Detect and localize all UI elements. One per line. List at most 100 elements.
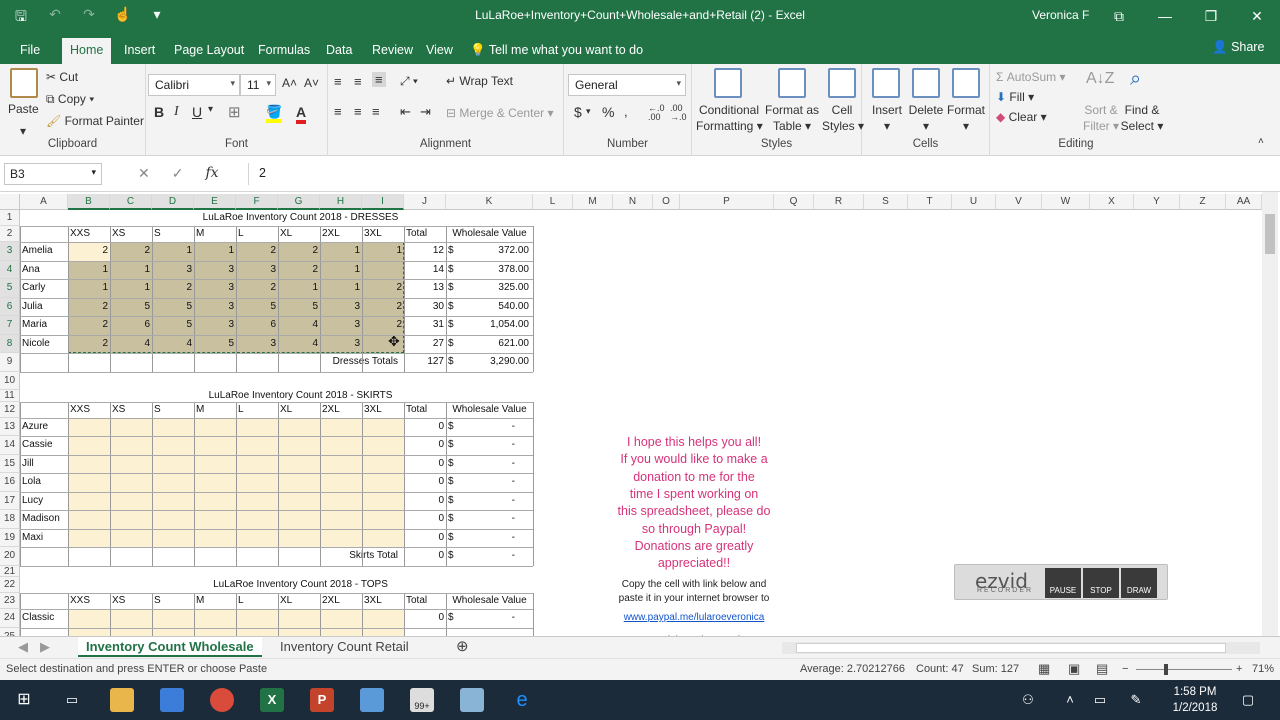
font-color-icon[interactable]: A xyxy=(296,104,307,124)
row-header-11[interactable]: 11 xyxy=(0,390,20,402)
row-header-20[interactable]: 20 xyxy=(0,547,20,566)
italic-button[interactable]: I xyxy=(174,104,179,120)
column-header-k[interactable]: K xyxy=(446,194,533,210)
decrease-indent-icon[interactable]: ⇤ xyxy=(400,104,411,120)
ezvid-pause-button[interactable]: PAUSE xyxy=(1045,568,1081,598)
bottom-align-icon[interactable]: ≡ xyxy=(372,72,386,87)
tab-formulas[interactable]: Formulas xyxy=(250,38,318,64)
row-header-25[interactable]: 25 xyxy=(0,627,20,636)
underline-dropdown-icon[interactable]: ▾ xyxy=(208,104,213,115)
cell-styles-icon[interactable] xyxy=(828,68,856,98)
column-header-f[interactable]: F xyxy=(236,194,278,210)
page-break-view-icon[interactable]: ▤ xyxy=(1096,661,1108,677)
tray-chevron-icon[interactable]: ˄ xyxy=(1058,688,1082,712)
delete-cells-button[interactable]: Delete ▾ xyxy=(906,102,946,134)
column-header-g[interactable]: G xyxy=(278,194,320,210)
row-header-10[interactable]: 10 xyxy=(0,371,20,390)
row-header-12[interactable]: 12 xyxy=(0,401,20,418)
edge-icon[interactable]: e xyxy=(510,688,534,712)
underline-button[interactable]: U xyxy=(192,104,202,120)
delete-cells-icon[interactable] xyxy=(912,68,940,98)
row-header-8[interactable]: 8 xyxy=(0,334,20,353)
next-sheet-icon[interactable]: ▶ xyxy=(32,637,58,657)
tell-me-search[interactable]: 💡 Tell me what you want to do xyxy=(470,43,643,58)
column-header-s[interactable]: S xyxy=(864,194,908,210)
column-header-y[interactable]: Y xyxy=(1134,194,1180,210)
find-select-button[interactable]: Find & Select ▾ xyxy=(1120,102,1164,134)
row-header-5[interactable]: 5 xyxy=(0,279,20,298)
row-header-9[interactable]: 9 xyxy=(0,353,20,372)
orientation-icon[interactable]: ⤢ ▾ xyxy=(400,74,418,89)
paypal-link-cell[interactable]: www.paypal.me/lularoeveronica xyxy=(612,611,776,625)
column-header-w[interactable]: W xyxy=(1042,194,1090,210)
user-name[interactable]: Veronica F xyxy=(1032,8,1089,22)
cell-styles-button[interactable]: Cell Styles ▾ xyxy=(822,102,864,134)
font-name-select[interactable]: Calibri xyxy=(148,74,240,96)
format-painter-button[interactable]: 🖌 Format Painter xyxy=(46,114,144,128)
cut-button[interactable]: ✂ Cut xyxy=(46,70,78,84)
paste-dropdown-icon[interactable]: ▾ xyxy=(20,124,26,138)
format-as-table-icon[interactable] xyxy=(778,68,806,98)
conditional-formatting-button[interactable]: Conditional Formatting ▾ xyxy=(696,102,763,134)
taskbar-clock[interactable]: 1:58 PM 1/2/2018 xyxy=(1160,684,1230,716)
row-header-21[interactable]: 21 xyxy=(0,565,20,577)
row-header-15[interactable]: 15 xyxy=(0,454,20,473)
sort-icon[interactable]: A↓Z xyxy=(1086,70,1114,88)
top-align-icon[interactable]: ≡ xyxy=(334,74,342,89)
column-header-n[interactable]: N xyxy=(613,194,653,210)
tab-review[interactable]: Review xyxy=(364,38,421,64)
paypal-link[interactable]: www.paypal.me/lularoeveronica xyxy=(624,612,765,623)
column-header-i[interactable]: I xyxy=(362,194,404,210)
page-layout-view-icon[interactable]: ▣ xyxy=(1068,661,1080,677)
column-header-a[interactable]: A xyxy=(20,194,68,210)
zoom-slider[interactable] xyxy=(1136,669,1232,670)
store-icon[interactable] xyxy=(160,688,184,712)
column-header-o[interactable]: O xyxy=(653,194,680,210)
zoom-out-icon[interactable]: − xyxy=(1122,663,1128,675)
battery-icon[interactable]: ▭ xyxy=(1088,688,1112,712)
row-header-1[interactable]: 1 xyxy=(0,210,20,226)
row-header-17[interactable]: 17 xyxy=(0,491,20,510)
sheet-tab-retail[interactable]: Inventory Count Retail xyxy=(272,637,417,657)
increase-font-icon[interactable]: A˄ xyxy=(282,76,297,90)
borders-icon[interactable]: ⊞ xyxy=(228,103,241,121)
horizontal-scroll-thumb[interactable] xyxy=(796,643,1226,653)
comma-icon[interactable]: , xyxy=(624,104,628,119)
find-icon[interactable]: ⌕ xyxy=(1130,68,1141,91)
column-header-t[interactable]: T xyxy=(908,194,952,210)
notes-icon[interactable] xyxy=(460,688,484,712)
ezvid-stop-button[interactable]: STOP xyxy=(1083,568,1119,598)
horizontal-scrollbar[interactable] xyxy=(782,642,1260,654)
column-header-r[interactable]: R xyxy=(814,194,864,210)
tab-page-layout[interactable]: Page Layout xyxy=(166,38,252,64)
sheet-tab-wholesale[interactable]: Inventory Count Wholesale xyxy=(78,637,262,657)
wrap-text-button[interactable]: ↵ Wrap Text xyxy=(446,74,513,88)
align-left-icon[interactable]: ≡ xyxy=(334,104,342,119)
ribbon-display-icon[interactable]: ⧉ xyxy=(1096,0,1142,32)
bold-button[interactable]: B xyxy=(154,104,164,120)
autosum-button[interactable]: Σ AutoSum ▾ xyxy=(996,70,1065,84)
format-cells-icon[interactable] xyxy=(952,68,980,98)
formula-input[interactable]: 2 xyxy=(248,163,1272,185)
increase-indent-icon[interactable]: ⇥ xyxy=(420,104,431,120)
task-view-icon[interactable]: ▭ xyxy=(60,688,84,712)
chrome-icon[interactable] xyxy=(210,688,234,712)
row-header-6[interactable]: 6 xyxy=(0,297,20,316)
restore-icon[interactable]: ❐ xyxy=(1188,0,1234,32)
collapse-ribbon-icon[interactable]: ˄ xyxy=(1258,136,1264,147)
close-icon[interactable]: ✕ xyxy=(1234,0,1280,32)
column-header-aa[interactable]: AA xyxy=(1226,194,1262,210)
column-header-z[interactable]: Z xyxy=(1180,194,1226,210)
merge-center-button[interactable]: ⊟ Merge & Center ▾ xyxy=(446,106,553,120)
copy-button[interactable]: ⧉ Copy ▾ xyxy=(46,92,94,107)
windows-start-icon[interactable]: ⊞ xyxy=(12,688,36,712)
format-as-table-button[interactable]: Format as Table ▾ xyxy=(764,102,820,134)
minimize-icon[interactable]: — xyxy=(1142,0,1188,32)
row-header-7[interactable]: 7 xyxy=(0,316,20,335)
conditional-formatting-icon[interactable] xyxy=(714,68,742,98)
row-header-23[interactable]: 23 xyxy=(0,593,20,609)
clear-button[interactable]: ◆ Clear ▾ xyxy=(996,110,1047,124)
percent-button[interactable]: % xyxy=(602,104,614,120)
tab-view[interactable]: View xyxy=(418,38,461,64)
row-header-22[interactable]: 22 xyxy=(0,577,20,593)
